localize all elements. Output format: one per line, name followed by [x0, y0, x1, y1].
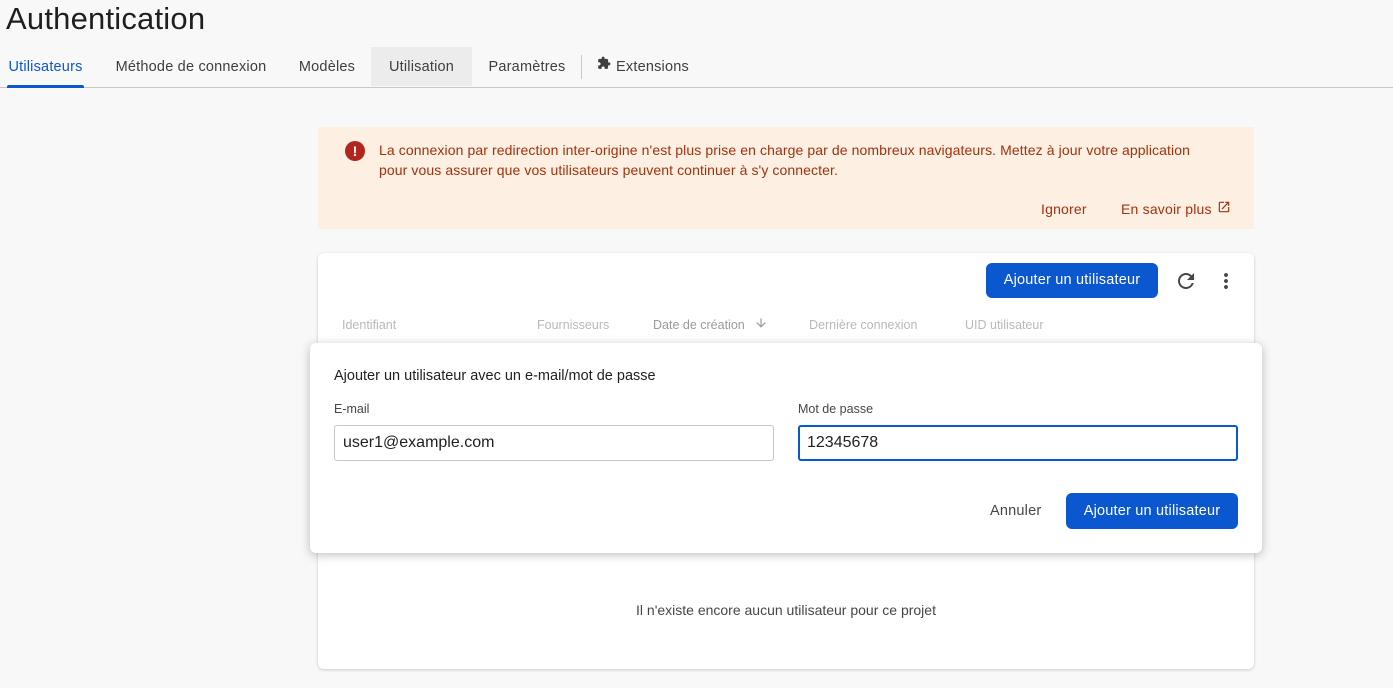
add-user-dialog: Ajouter un utilisateur avec un e-mail/mo…: [310, 343, 1262, 553]
tab-extensions[interactable]: Extensions: [590, 47, 696, 86]
open-in-new-icon: [1217, 200, 1231, 217]
column-identifier[interactable]: Identifiant: [342, 318, 396, 332]
tab-extensions-label: Extensions: [616, 59, 689, 75]
banner-message: La connexion par redirection inter-origi…: [379, 142, 1191, 178]
dialog-title: Ajouter un utilisateur avec un e-mail/mo…: [334, 368, 656, 384]
column-user-uid[interactable]: UID utilisateur: [965, 318, 1044, 332]
column-created-label: Date de création: [653, 318, 745, 332]
email-field[interactable]: [334, 425, 774, 461]
tab-usage[interactable]: Utilisation: [371, 47, 472, 86]
tab-settings[interactable]: Paramètres: [477, 47, 577, 86]
more-vert-icon[interactable]: [1214, 269, 1238, 293]
tab-sign-in-method[interactable]: Méthode de connexion: [104, 47, 278, 86]
column-providers[interactable]: Fournisseurs: [537, 318, 609, 332]
refresh-icon[interactable]: [1174, 269, 1198, 293]
error-icon: !: [345, 141, 365, 161]
ignore-link[interactable]: Ignorer: [1041, 201, 1087, 217]
tab-divider: [581, 55, 582, 79]
learn-more-label: En savoir plus: [1121, 201, 1212, 217]
add-user-button[interactable]: Ajouter un utilisateur: [986, 263, 1158, 298]
tab-bar: Utilisateurs Méthode de connexion Modèle…: [0, 47, 1393, 88]
redirect-warning-banner: ! La connexion par redirection inter-ori…: [318, 127, 1254, 229]
tab-templates[interactable]: Modèles: [288, 47, 366, 86]
column-created[interactable]: Date de création: [653, 318, 768, 333]
column-last-sign-in[interactable]: Dernière connexion: [809, 318, 917, 332]
arrow-down-icon: [754, 316, 768, 333]
email-label: E-mail: [334, 402, 370, 416]
empty-state-message: Il n'existe encore aucun utilisateur pou…: [636, 602, 936, 618]
submit-add-user-button[interactable]: Ajouter un utilisateur: [1066, 493, 1238, 529]
page-title: Authentication: [6, 1, 206, 36]
password-field[interactable]: [798, 425, 1238, 461]
page: Authentication Utilisateurs Méthode de c…: [0, 0, 1393, 688]
tab-users[interactable]: Utilisateurs: [7, 47, 84, 88]
puzzle-piece-icon: [597, 46, 611, 86]
learn-more-link[interactable]: En savoir plus: [1121, 201, 1231, 217]
cancel-button[interactable]: Annuler: [990, 493, 1041, 529]
password-label: Mot de passe: [798, 402, 874, 416]
